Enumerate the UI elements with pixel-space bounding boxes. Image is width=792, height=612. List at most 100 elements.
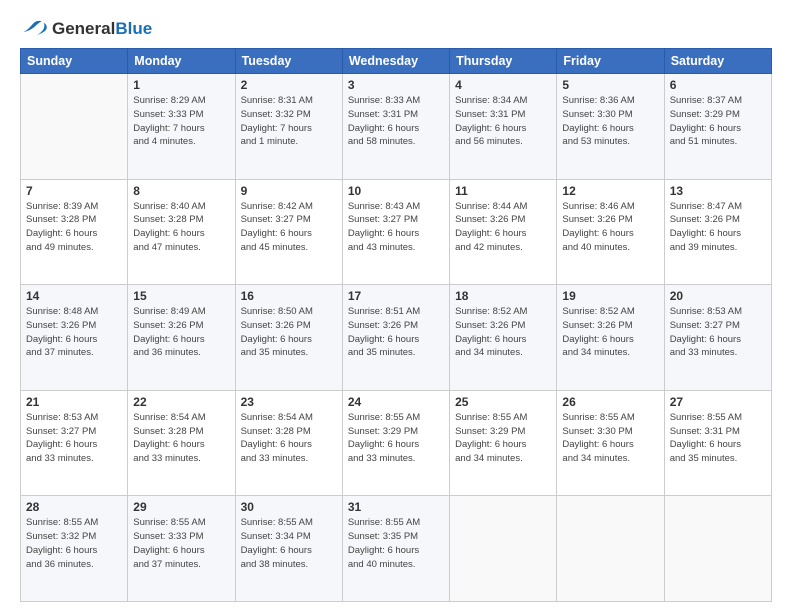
calendar-cell: 29 Sunrise: 8:55 AM Sunset: 3:33 PM Dayli… (128, 496, 235, 602)
day-detail: Sunrise: 8:34 AM Sunset: 3:31 PM Dayligh… (455, 94, 551, 149)
day-detail: Sunrise: 8:55 AM Sunset: 3:34 PM Dayligh… (241, 516, 337, 571)
day-detail: Sunrise: 8:54 AM Sunset: 3:28 PM Dayligh… (133, 411, 229, 466)
calendar-week-row: 7 Sunrise: 8:39 AM Sunset: 3:28 PM Daylig… (21, 179, 772, 285)
calendar-week-row: 14 Sunrise: 8:48 AM Sunset: 3:26 PM Dayli… (21, 285, 772, 391)
calendar-cell: 16 Sunrise: 8:50 AM Sunset: 3:26 PM Dayli… (235, 285, 342, 391)
day-number: 17 (348, 289, 444, 303)
calendar-cell: 13Sunrise: 8:47 AM Sunset: 3:26 PM Dayli… (664, 179, 771, 285)
day-number: 23 (241, 395, 337, 409)
calendar-cell: 24Sunrise: 8:55 AM Sunset: 3:29 PM Dayli… (342, 390, 449, 496)
day-detail: Sunrise: 8:55 AM Sunset: 3:31 PM Dayligh… (670, 411, 766, 466)
calendar-cell: 7 Sunrise: 8:39 AM Sunset: 3:28 PM Daylig… (21, 179, 128, 285)
day-number: 18 (455, 289, 551, 303)
day-number: 2 (241, 78, 337, 92)
calendar-cell: 8 Sunrise: 8:40 AM Sunset: 3:28 PM Daylig… (128, 179, 235, 285)
day-detail: Sunrise: 8:31 AM Sunset: 3:32 PM Dayligh… (241, 94, 337, 149)
day-number: 11 (455, 184, 551, 198)
day-number: 4 (455, 78, 551, 92)
day-detail: Sunrise: 8:55 AM Sunset: 3:32 PM Dayligh… (26, 516, 122, 571)
day-detail: Sunrise: 8:53 AM Sunset: 3:27 PM Dayligh… (670, 305, 766, 360)
calendar-cell: 19 Sunrise: 8:52 AM Sunset: 3:26 PM Dayli… (557, 285, 664, 391)
day-detail: Sunrise: 8:50 AM Sunset: 3:26 PM Dayligh… (241, 305, 337, 360)
calendar-cell: 20 Sunrise: 8:53 AM Sunset: 3:27 PM Dayli… (664, 285, 771, 391)
calendar-table: SundayMondayTuesdayWednesdayThursdayFrid… (20, 48, 772, 602)
day-number: 19 (562, 289, 658, 303)
logo-text: GeneralBlue (52, 19, 152, 39)
day-detail: Sunrise: 8:37 AM Sunset: 3:29 PM Dayligh… (670, 94, 766, 149)
calendar-week-row: 28 Sunrise: 8:55 AM Sunset: 3:32 PM Dayli… (21, 496, 772, 602)
day-number: 7 (26, 184, 122, 198)
page: GeneralBlue SundayMondayTuesdayWednesday… (0, 0, 792, 612)
calendar-cell: 3Sunrise: 8:33 AM Sunset: 3:31 PM Daylig… (342, 74, 449, 180)
day-number: 27 (670, 395, 766, 409)
day-number: 29 (133, 500, 229, 514)
day-detail: Sunrise: 8:29 AM Sunset: 3:33 PM Dayligh… (133, 94, 229, 149)
calendar-cell (557, 496, 664, 602)
calendar-cell: 31 Sunrise: 8:55 AM Sunset: 3:35 PM Dayli… (342, 496, 449, 602)
calendar-cell: 14 Sunrise: 8:48 AM Sunset: 3:26 PM Dayli… (21, 285, 128, 391)
day-detail: Sunrise: 8:33 AM Sunset: 3:31 PM Dayligh… (348, 94, 444, 149)
calendar-cell: 27 Sunrise: 8:55 AM Sunset: 3:31 PM Dayli… (664, 390, 771, 496)
calendar-cell: 25 Sunrise: 8:55 AM Sunset: 3:29 PM Dayli… (450, 390, 557, 496)
calendar-cell: 9 Sunrise: 8:42 AM Sunset: 3:27 PM Daylig… (235, 179, 342, 285)
day-detail: Sunrise: 8:49 AM Sunset: 3:26 PM Dayligh… (133, 305, 229, 360)
day-number: 28 (26, 500, 122, 514)
day-number: 20 (670, 289, 766, 303)
day-number: 30 (241, 500, 337, 514)
day-detail: Sunrise: 8:55 AM Sunset: 3:29 PM Dayligh… (455, 411, 551, 466)
day-number: 26 (562, 395, 658, 409)
day-number: 21 (26, 395, 122, 409)
calendar-cell: 4 Sunrise: 8:34 AM Sunset: 3:31 PM Daylig… (450, 74, 557, 180)
day-number: 16 (241, 289, 337, 303)
day-detail: Sunrise: 8:44 AM Sunset: 3:26 PM Dayligh… (455, 200, 551, 255)
day-number: 31 (348, 500, 444, 514)
calendar-cell: 30 Sunrise: 8:55 AM Sunset: 3:34 PM Dayli… (235, 496, 342, 602)
weekday-header-saturday: Saturday (664, 49, 771, 74)
day-number: 15 (133, 289, 229, 303)
calendar-cell: 6Sunrise: 8:37 AM Sunset: 3:29 PM Daylig… (664, 74, 771, 180)
calendar-cell: 5Sunrise: 8:36 AM Sunset: 3:30 PM Daylig… (557, 74, 664, 180)
day-number: 14 (26, 289, 122, 303)
day-number: 1 (133, 78, 229, 92)
day-detail: Sunrise: 8:53 AM Sunset: 3:27 PM Dayligh… (26, 411, 122, 466)
weekday-header-thursday: Thursday (450, 49, 557, 74)
day-detail: Sunrise: 8:36 AM Sunset: 3:30 PM Dayligh… (562, 94, 658, 149)
calendar-week-row: 21 Sunrise: 8:53 AM Sunset: 3:27 PM Dayli… (21, 390, 772, 496)
calendar-cell (450, 496, 557, 602)
calendar-cell: 28 Sunrise: 8:55 AM Sunset: 3:32 PM Dayli… (21, 496, 128, 602)
day-number: 9 (241, 184, 337, 198)
day-detail: Sunrise: 8:39 AM Sunset: 3:28 PM Dayligh… (26, 200, 122, 255)
calendar-cell (21, 74, 128, 180)
calendar-cell: 12Sunrise: 8:46 AM Sunset: 3:26 PM Dayli… (557, 179, 664, 285)
day-detail: Sunrise: 8:55 AM Sunset: 3:35 PM Dayligh… (348, 516, 444, 571)
calendar-cell: 15 Sunrise: 8:49 AM Sunset: 3:26 PM Dayli… (128, 285, 235, 391)
calendar-cell: 18 Sunrise: 8:52 AM Sunset: 3:26 PM Dayli… (450, 285, 557, 391)
calendar-week-row: 1 Sunrise: 8:29 AM Sunset: 3:33 PM Daylig… (21, 74, 772, 180)
weekday-header-monday: Monday (128, 49, 235, 74)
calendar-cell: 22 Sunrise: 8:54 AM Sunset: 3:28 PM Dayli… (128, 390, 235, 496)
day-number: 12 (562, 184, 658, 198)
day-number: 10 (348, 184, 444, 198)
day-number: 8 (133, 184, 229, 198)
day-detail: Sunrise: 8:40 AM Sunset: 3:28 PM Dayligh… (133, 200, 229, 255)
calendar-cell (664, 496, 771, 602)
calendar-cell: 10 Sunrise: 8:43 AM Sunset: 3:27 PM Dayli… (342, 179, 449, 285)
calendar-cell: 17Sunrise: 8:51 AM Sunset: 3:26 PM Dayli… (342, 285, 449, 391)
calendar-cell: 2 Sunrise: 8:31 AM Sunset: 3:32 PM Daylig… (235, 74, 342, 180)
weekday-header-friday: Friday (557, 49, 664, 74)
day-detail: Sunrise: 8:42 AM Sunset: 3:27 PM Dayligh… (241, 200, 337, 255)
day-detail: Sunrise: 8:55 AM Sunset: 3:33 PM Dayligh… (133, 516, 229, 571)
day-detail: Sunrise: 8:52 AM Sunset: 3:26 PM Dayligh… (562, 305, 658, 360)
weekday-header-sunday: Sunday (21, 49, 128, 74)
day-detail: Sunrise: 8:52 AM Sunset: 3:26 PM Dayligh… (455, 305, 551, 360)
day-detail: Sunrise: 8:55 AM Sunset: 3:29 PM Dayligh… (348, 411, 444, 466)
logo: GeneralBlue (20, 18, 152, 40)
calendar-cell: 26 Sunrise: 8:55 AM Sunset: 3:30 PM Dayli… (557, 390, 664, 496)
day-detail: Sunrise: 8:55 AM Sunset: 3:30 PM Dayligh… (562, 411, 658, 466)
day-number: 22 (133, 395, 229, 409)
day-detail: Sunrise: 8:43 AM Sunset: 3:27 PM Dayligh… (348, 200, 444, 255)
day-detail: Sunrise: 8:48 AM Sunset: 3:26 PM Dayligh… (26, 305, 122, 360)
day-number: 25 (455, 395, 551, 409)
day-detail: Sunrise: 8:54 AM Sunset: 3:28 PM Dayligh… (241, 411, 337, 466)
weekday-header-wednesday: Wednesday (342, 49, 449, 74)
